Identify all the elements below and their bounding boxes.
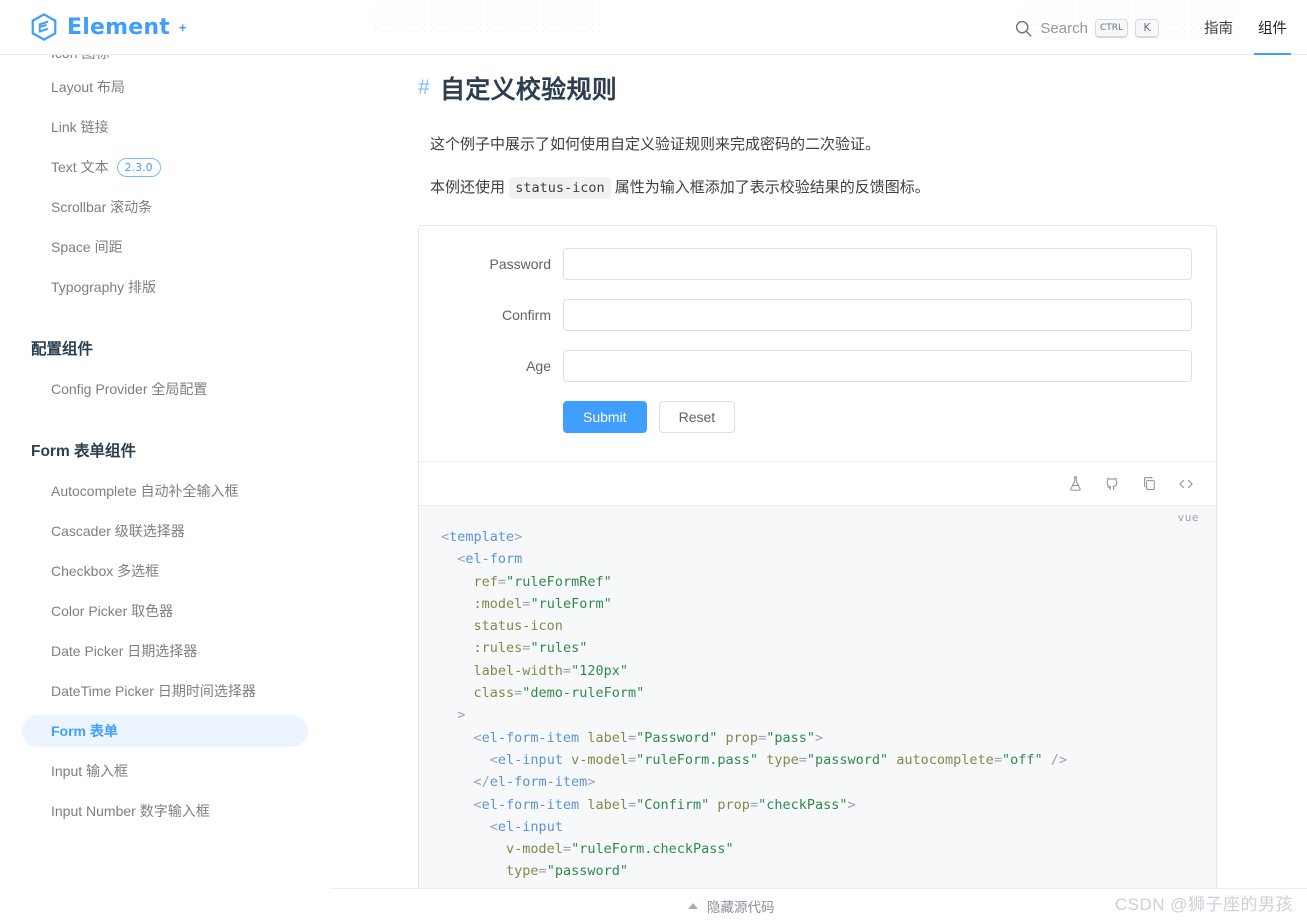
caret-up-icon [688, 902, 698, 909]
sidebar-item-8[interactable]: Config Provider 全局配置 [22, 373, 308, 405]
sidebar-item-14[interactable]: Date Picker 日期选择器 [22, 635, 308, 667]
sidebar-item-2[interactable]: Link 链接 [22, 111, 308, 143]
site-header: Element + Search CTRL K 指南 组件 [0, 0, 1307, 55]
sidebar-item-10[interactable]: Autocomplete 自动补全输入框 [22, 475, 308, 507]
copy-icon[interactable] [1139, 474, 1159, 494]
sidebar-item-label: Color Picker 取色器 [51, 603, 174, 619]
doc-paragraph-2-before: 本例还使用 [430, 178, 506, 196]
sidebar-item-1[interactable]: Layout 布局 [22, 71, 308, 103]
source-code-block[interactable]: vue <template> <el-form ref="ruleFormRef… [419, 505, 1216, 893]
sidebar-item-label: Date Picker 日期选择器 [51, 643, 198, 659]
brand-name: Element [67, 14, 170, 40]
demo-footer-bar: 隐藏源代码 [330, 888, 1307, 922]
doc-paragraph-2: 本例还使用 status-icon 属性为输入框添加了表示校验结果的反馈图标。 [430, 175, 1217, 201]
header-dot-pattern-left [372, 0, 602, 32]
sidebar-item-15[interactable]: DateTime Picker 日期时间选择器 [22, 675, 308, 707]
form-label: Confirm [501, 307, 551, 323]
sidebar-item-12[interactable]: Checkbox 多选框 [22, 555, 308, 587]
sidebar-item-label: Form 表单 [51, 723, 118, 739]
sidebar-item-label: Cascader 级联选择器 [51, 523, 185, 539]
sidebar-item-label: Checkbox 多选框 [51, 563, 160, 579]
sidebar-item-label: Input Number 数字输入框 [51, 803, 210, 819]
demo-toolbar [419, 461, 1216, 505]
doc-main: # 自定义校验规则 这个例子中展示了如何使用自定义验证规则来完成密码的二次验证。… [330, 55, 1307, 922]
doc-paragraph-1: 这个例子中展示了如何使用自定义验证规则来完成密码的二次验证。 [430, 136, 881, 153]
page-title: # 自定义校验规则 [418, 70, 1217, 106]
demo-preview: Password Confirm Age Submit Reset [419, 226, 1216, 461]
code-language-label: vue [1177, 511, 1199, 524]
sidebar-item-17[interactable]: Input 输入框 [22, 755, 308, 787]
brand-plus: + [178, 19, 187, 35]
doc-paragraph-2-after: 属性为输入框添加了表示校验结果的反馈图标。 [614, 178, 930, 196]
page-title-text: 自定义校验规则 [439, 76, 618, 104]
sidebar-divider [329, 55, 330, 922]
sidebar-item-5[interactable]: Space 间距 [22, 231, 308, 263]
version-badge: 2.3.0 [116, 157, 161, 177]
sidebar-item-label: Config Provider 全局配置 [51, 381, 208, 397]
search-label: Search [1040, 19, 1088, 37]
search-button[interactable]: Search CTRL K [1014, 13, 1159, 43]
sidebar-item-label: Input 输入框 [51, 763, 129, 779]
github-icon[interactable] [1102, 474, 1122, 494]
sidebar-item-6[interactable]: Typography 排版 [22, 271, 308, 303]
sidebar-item-label: Text 文本 [51, 159, 109, 175]
toggle-source-button[interactable]: 隐藏源代码 [688, 896, 775, 916]
sidebar-item-label: Icon 图标 [51, 55, 109, 63]
playground-flask-icon[interactable] [1065, 474, 1085, 494]
nav-tab-components[interactable]: 组件 [1254, 0, 1291, 55]
sidebar-item-16[interactable]: Form 表单 [22, 715, 308, 747]
sidebar-group-title: Form 表单组件 [31, 443, 137, 460]
element-hex-logo-icon [31, 13, 57, 41]
heading-anchor-icon[interactable]: # [418, 76, 430, 100]
reset-button[interactable]: Reset [658, 401, 736, 433]
code-brackets-icon[interactable] [1176, 474, 1196, 494]
primary-nav: 指南 组件 [1204, 0, 1291, 55]
sidebar-item-4[interactable]: Scrollbar 滚动条 [22, 191, 308, 223]
form-row: Password [443, 248, 1192, 280]
sidebar-item-label: Space 间距 [51, 239, 123, 255]
age-input[interactable] [563, 350, 1192, 382]
demo-card: Password Confirm Age Submit Reset vue <t… [418, 225, 1217, 894]
sidebar-item-18[interactable]: Input Number 数字输入框 [22, 795, 308, 827]
submit-button[interactable]: Submit [563, 401, 647, 433]
rule-form: Password Confirm Age [443, 248, 1192, 382]
sidebar-item-3[interactable]: Text 文本 2.3.0 [22, 151, 308, 183]
inline-code-status-icon: status-icon [509, 176, 611, 199]
kbd-k: K [1135, 18, 1159, 38]
nav-tab-guide[interactable]: 指南 [1204, 0, 1233, 55]
search-icon [1016, 20, 1032, 37]
sidebar-list: Icon 图标 Layout 布局 Link 链接 Text 文本 2.3.0 Scrol… [0, 55, 330, 865]
sidebar-item-label: Link 链接 [51, 119, 109, 135]
confirm-input[interactable] [563, 299, 1192, 331]
doc-content: # 自定义校验规则 这个例子中展示了如何使用自定义验证规则来完成密码的二次验证。… [330, 70, 1307, 894]
form-row: Age [443, 350, 1192, 382]
sidebar-item-label: Layout 布局 [51, 79, 125, 95]
sidebar-item-label: Autocomplete 自动补全输入框 [51, 483, 239, 499]
kbd-ctrl: CTRL [1094, 18, 1128, 38]
sidebar-item-label: Typography 排版 [51, 279, 157, 295]
sidebar-item-13[interactable]: Color Picker 取色器 [22, 595, 308, 627]
sidebar-item-label: Scrollbar 滚动条 [51, 199, 153, 215]
sidebar-group-title: 配置组件 [31, 341, 94, 358]
code-content: <template> <el-form ref="ruleFormRef" :m… [441, 529, 1068, 880]
sidebar-item-0[interactable]: Icon 图标 [22, 55, 308, 63]
docs-sidebar[interactable]: Icon 图标 Layout 布局 Link 链接 Text 文本 2.3.0 Scrol… [0, 55, 330, 922]
password-input[interactable] [563, 248, 1192, 280]
form-actions: Submit Reset [563, 401, 1192, 433]
toggle-source-label: 隐藏源代码 [707, 899, 775, 915]
sidebar-item-label: DateTime Picker 日期时间选择器 [51, 683, 256, 699]
form-label: Age [526, 358, 551, 374]
sidebar-item-11[interactable]: Cascader 级联选择器 [22, 515, 308, 547]
form-row: Confirm [443, 299, 1192, 331]
form-label: Password [489, 256, 551, 272]
brand-home-link[interactable]: Element + [29, 12, 187, 42]
